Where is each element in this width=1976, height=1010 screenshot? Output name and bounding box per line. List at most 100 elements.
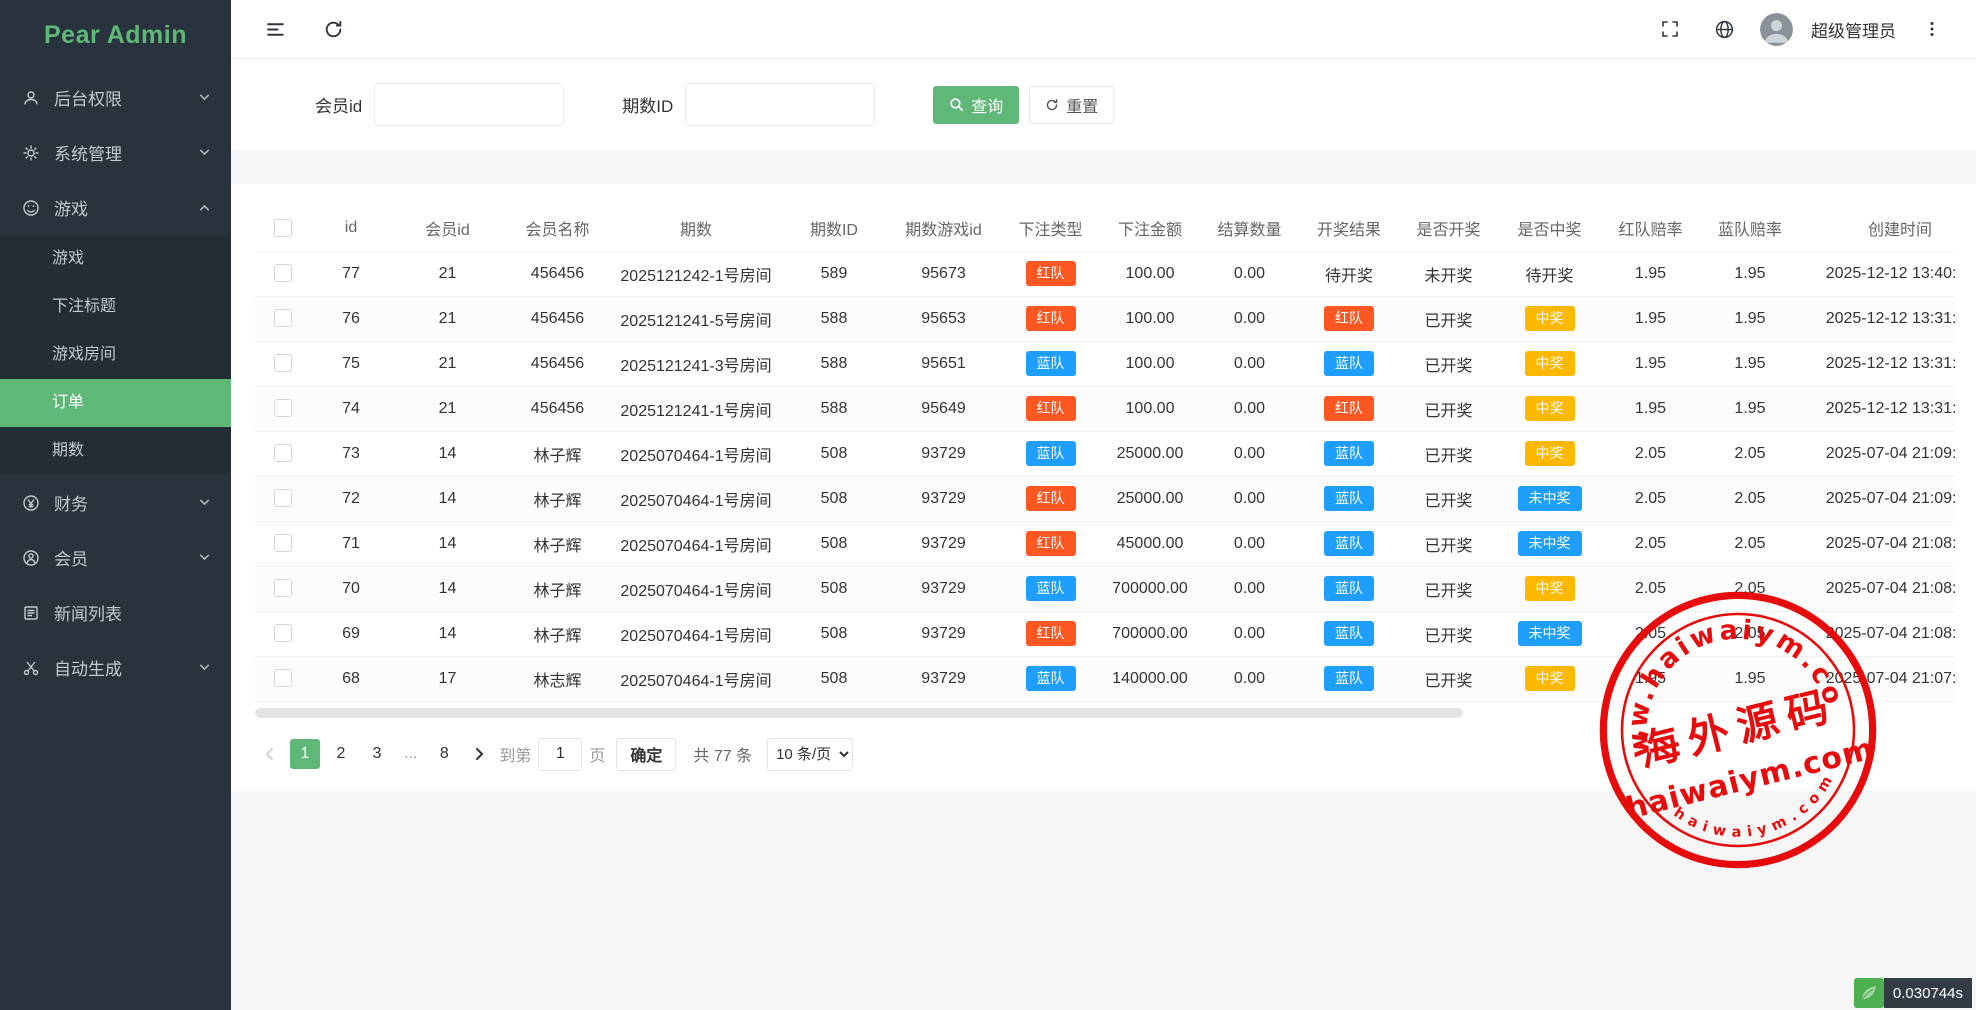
row-checkbox[interactable] [274,534,292,552]
more-icon[interactable] [1914,11,1950,47]
horizontal-scrollbar[interactable] [255,708,1956,718]
cell-period: 2025070464-1号房间 [611,611,781,656]
sidebar-item[interactable]: 后台权限 [0,70,231,125]
cell-member_id: 21 [391,251,504,296]
page-unit-label: 页 [589,742,605,766]
query-button-label: 查询 [971,93,1003,117]
row-checkbox[interactable] [274,309,292,327]
cell-bet_amount: 100.00 [1101,251,1199,296]
cell-period: 2025121241-5号房间 [611,296,781,341]
page-size-select[interactable]: 10 条/页 [767,738,853,771]
row-checkbox[interactable] [274,624,292,642]
row-checkbox[interactable] [274,354,292,372]
page-ellipsis: ... [398,739,423,769]
member-id-input[interactable] [374,83,564,126]
row-checkbox[interactable] [274,399,292,417]
result-badge: 蓝队 [1324,576,1374,602]
page-button[interactable]: 2 [326,739,356,769]
menu-toggle-icon[interactable] [257,11,293,47]
page-button[interactable]: 8 [429,739,459,769]
cell-member_name: 林子辉 [504,611,611,656]
cell-is_drawn: 已开奖 [1398,386,1499,431]
goto-page-input[interactable] [538,738,582,771]
cell-period: 2025070464-1号房间 [611,521,781,566]
bet_type-badge: 红队 [1026,531,1076,557]
is_win-badge: 未中奖 [1518,486,1582,512]
next-page-icon[interactable] [466,739,492,769]
cell-member_id: 14 [391,431,504,476]
sidebar-subitem[interactable]: 游戏 [0,235,231,283]
query-button[interactable]: 查询 [933,86,1019,124]
cell-is_drawn: 已开奖 [1398,431,1499,476]
sidebar-item[interactable]: 新闻列表 [0,585,231,640]
checkbox-cell [255,296,311,341]
cell-blue_odds: 2.05 [1701,566,1799,611]
sidebar-item[interactable]: 会员 [0,530,231,585]
cell-period: 2025070464-1号房间 [611,566,781,611]
table-row: 7214林子辉2025070464-1号房间50893729红队25000.00… [255,476,1956,521]
smiley-icon [20,199,42,217]
sidebar-item[interactable]: 自动生成 [0,640,231,695]
period-id-input[interactable] [685,83,875,126]
bet_type-badge: 蓝队 [1026,576,1076,602]
sidebar-subitem[interactable]: 订单 [0,379,231,427]
user-avatar[interactable] [1760,13,1793,46]
sidebar-item-label: 会员 [54,545,88,570]
cell-blue_odds: 2.05 [1701,476,1799,521]
row-checkbox[interactable] [274,669,292,687]
sidebar: Pear Admin 后台权限系统管理游戏游戏下注标题游戏房间订单期数财务会员新… [0,0,231,1010]
topbar-right: 超级管理员 [1652,11,1950,47]
row-checkbox[interactable] [274,579,292,597]
row-checkbox[interactable] [274,444,292,462]
row-checkbox[interactable] [274,264,292,282]
column-header: 创建时间 [1799,206,1956,251]
sidebar-item[interactable]: 游戏 [0,180,231,235]
chevron-down-icon [198,496,211,509]
sidebar-subitem[interactable]: 游戏房间 [0,331,231,379]
sidebar-subitem[interactable]: 下注标题 [0,283,231,331]
chevron-down-icon [198,661,211,674]
table-row: 75214564562025121241-3号房间58895651蓝队100.0… [255,341,1956,386]
column-header: 会员id [391,206,504,251]
globe-icon[interactable] [1706,11,1742,47]
cell-settle_qty: 0.00 [1199,521,1300,566]
select-all-checkbox[interactable] [274,219,292,237]
table-scroll-container[interactable]: id会员id会员名称期数期数ID期数游戏id下注类型下注金额结算数量开奖结果是否… [255,206,1956,702]
cell-period_game_id: 95653 [887,296,1000,341]
scrollbar-thumb[interactable] [255,708,1463,718]
fullscreen-icon[interactable] [1652,11,1688,47]
page-button[interactable]: 3 [362,739,392,769]
cell-bet_amount: 100.00 [1101,341,1199,386]
prev-page-icon[interactable] [257,739,283,769]
finance-icon [20,494,42,512]
cell-period_game_id: 95673 [887,251,1000,296]
cell-is_win: 中奖 [1499,341,1600,386]
table-body: 77214564562025121242-1号房间58995673红队100.0… [255,251,1956,701]
confirm-page-button[interactable]: 确定 [616,738,676,771]
checkbox-cell [255,566,311,611]
cell-period_game_id: 93729 [887,476,1000,521]
cell-settle_qty: 0.00 [1199,296,1300,341]
cell-bet_type: 蓝队 [1000,431,1101,476]
cell-period_game_id: 95651 [887,341,1000,386]
result-badge: 蓝队 [1324,621,1374,647]
sidebar-subitem[interactable]: 期数 [0,427,231,475]
sidebar-item-label: 自动生成 [54,655,122,680]
cell-period_id: 588 [781,341,887,386]
result-badge: 蓝队 [1324,441,1374,467]
reset-button[interactable]: 重置 [1029,86,1114,124]
cell-bet_amount: 700000.00 [1101,611,1199,656]
is_win-badge: 未中奖 [1518,621,1582,647]
page-button[interactable]: 1 [290,739,320,769]
cell-bet_amount: 700000.00 [1101,566,1199,611]
cell-is_drawn: 已开奖 [1398,611,1499,656]
chevron-up-icon [198,201,211,214]
username[interactable]: 超级管理员 [1811,17,1896,42]
sidebar-item[interactable]: 系统管理 [0,125,231,180]
cell-period: 2025070464-1号房间 [611,476,781,521]
cell-created: 2025-12-12 13:31:08 [1799,296,1956,341]
row-checkbox[interactable] [274,489,292,507]
refresh-icon[interactable] [315,11,351,47]
sidebar-item[interactable]: 财务 [0,475,231,530]
is_win-badge: 中奖 [1525,306,1575,332]
